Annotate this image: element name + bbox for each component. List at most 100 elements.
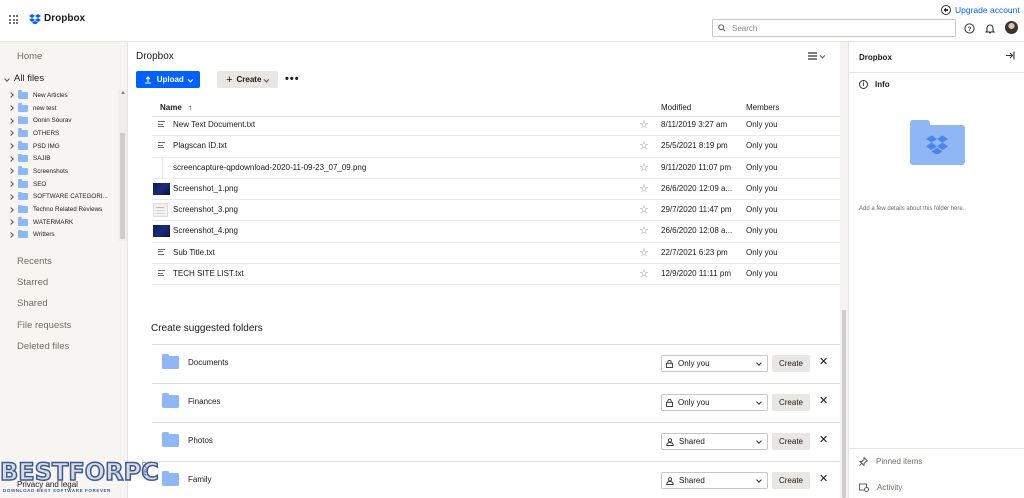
sharing-dropdown[interactable]: Only you (661, 394, 768, 411)
app-grid-icon[interactable] (9, 15, 18, 24)
file-name[interactable]: Plagscan ID.txt (173, 141, 227, 150)
star-icon[interactable]: ☆ (639, 118, 649, 131)
tree-folder-item[interactable]: OTHERS (0, 127, 118, 140)
tree-folder-item[interactable]: New Articles (0, 89, 118, 102)
all-files-label: All files (14, 73, 45, 84)
upgrade-account-link[interactable]: Upgrade account (941, 5, 1020, 15)
tree-folder-label: SEO (33, 180, 47, 188)
close-icon[interactable]: ✕ (819, 355, 828, 368)
folder-details-hint[interactable]: Add a few details about this folder here… (859, 206, 964, 212)
chevron-right-icon[interactable] (8, 92, 14, 99)
bell-icon[interactable] (984, 22, 996, 34)
chevron-down-icon[interactable] (4, 75, 10, 82)
tree-folder-item[interactable]: Writters (0, 229, 118, 239)
file-row[interactable]: Screenshot_4.png ☆ 26/6/2020 12:08 a... Onl… (152, 221, 840, 243)
sidebar-item-recents[interactable]: Recents (17, 256, 52, 267)
tree-folder-label: WATERMARK (33, 218, 74, 226)
text-file-icon (158, 270, 165, 278)
tree-scroll-thumb[interactable] (120, 133, 125, 239)
main-scroll-thumb[interactable] (842, 310, 846, 498)
search-box[interactable] (712, 19, 956, 37)
sidebar-item-deleted-files[interactable]: Deleted files (17, 341, 69, 352)
create-folder-button[interactable]: Create (772, 433, 810, 450)
tree-folder-item[interactable]: WATERMARK (0, 216, 118, 229)
column-header-name[interactable]: Name ↑ (160, 103, 192, 112)
close-icon[interactable]: ✕ (819, 433, 828, 446)
chevron-right-icon[interactable] (8, 130, 14, 137)
search-input[interactable] (732, 23, 932, 33)
tree-folder-item[interactable]: new test (0, 102, 118, 115)
file-name[interactable]: Screenshot_4.png (173, 226, 238, 235)
close-icon[interactable]: ✕ (819, 472, 828, 485)
upgrade-label: Upgrade account (955, 5, 1020, 15)
sharing-dropdown[interactable]: Shared (661, 472, 768, 489)
collapse-panel-icon[interactable] (1005, 51, 1015, 63)
column-header-modified[interactable]: Modified (661, 103, 691, 112)
breadcrumb[interactable]: Dropbox (136, 51, 174, 62)
sharing-dropdown[interactable]: Only you (661, 355, 768, 372)
chevron-right-icon[interactable] (8, 143, 14, 149)
create-folder-button[interactable]: Create (772, 355, 810, 372)
activity-button[interactable]: Activity (859, 483, 902, 492)
tree-folder-item[interactable]: Techno Related Reviews (0, 203, 118, 216)
file-row[interactable]: TECH SITE LIST.txt ☆ 12/9/2020 11:11 pm Onl… (152, 264, 840, 286)
create-button[interactable]: + Create (217, 71, 278, 88)
tree-folder-item[interactable]: SEO (0, 178, 118, 191)
file-row[interactable]: Screenshot_1.png ☆ 26/6/2020 12:09 a... Onl… (152, 179, 840, 201)
star-icon[interactable]: ☆ (639, 139, 649, 152)
star-icon[interactable]: ☆ (639, 224, 649, 237)
file-row[interactable]: Sub Title.txt ☆ 22/7/2021 6:23 pm Only you (152, 243, 840, 265)
sharing-dropdown[interactable]: Shared (661, 433, 768, 450)
chevron-right-icon[interactable] (8, 194, 14, 200)
star-icon[interactable]: ☆ (639, 246, 649, 259)
file-name[interactable]: New Text Document.txt (173, 120, 255, 129)
file-row[interactable]: Screenshot_3.png ☆ 29/7/2020 11:47 pm Only … (152, 200, 840, 222)
chevron-right-icon[interactable] (8, 181, 14, 187)
view-options-button[interactable] (808, 52, 826, 60)
avatar[interactable] (1005, 21, 1018, 34)
chevron-right-icon[interactable] (8, 206, 14, 213)
file-name[interactable]: Screenshot_1.png (173, 184, 238, 193)
tree-folder-item[interactable]: Screenshots (0, 165, 118, 178)
help-icon[interactable]: ? (963, 22, 975, 34)
dropbox-logo[interactable]: Dropbox (29, 13, 85, 24)
sidebar-item-file-requests[interactable]: File requests (17, 320, 71, 331)
file-row[interactable]: screencapture-qpdownload-2020-11-09-23_0… (152, 157, 840, 179)
file-name[interactable]: screencapture-qpdownload-2020-11-09-23_0… (173, 163, 366, 172)
file-name[interactable]: Screenshot_3.png (173, 205, 238, 214)
chevron-right-icon[interactable] (8, 117, 14, 124)
star-icon[interactable]: ☆ (639, 203, 649, 216)
chevron-right-icon[interactable] (8, 219, 14, 226)
tree-folder-item[interactable]: SAJIB (0, 152, 118, 165)
column-header-members[interactable]: Members (746, 103, 779, 112)
sidebar-item-starred[interactable]: Starred (17, 277, 48, 288)
tree-folder-item[interactable]: Oonin Sourav (0, 114, 118, 127)
create-folder-button[interactable]: Create (772, 394, 810, 411)
sidebar-item-home[interactable]: Home (17, 51, 42, 62)
scroll-up-arrow-icon[interactable] (121, 91, 125, 94)
folder-preview-icon (910, 120, 965, 165)
more-actions-button[interactable]: ••• (285, 73, 300, 85)
chevron-right-icon[interactable] (8, 155, 14, 162)
create-folder-button[interactable]: Create (772, 472, 810, 489)
info-panel: Dropbox i Info Add a few details about t… (848, 42, 1024, 498)
file-name[interactable]: TECH SITE LIST.txt (173, 269, 244, 278)
file-row[interactable]: New Text Document.txt ☆ 8/11/2019 3:27 am O… (152, 115, 840, 137)
sidebar-item-shared[interactable]: Shared (17, 298, 48, 309)
info-tab[interactable]: i Info (859, 80, 890, 89)
tree-folder-item[interactable]: SOFTWARE CATEGORI... (0, 191, 118, 204)
sidebar-item-all-files[interactable]: All files (4, 73, 45, 84)
file-row[interactable]: Plagscan ID.txt ☆ 25/5/2021 8:19 pm Only yo… (152, 136, 840, 158)
chevron-right-icon[interactable] (8, 168, 14, 175)
close-icon[interactable]: ✕ (819, 394, 828, 407)
star-icon[interactable]: ☆ (639, 161, 649, 174)
star-icon[interactable]: ☆ (639, 267, 649, 280)
chevron-down-icon (188, 77, 194, 82)
star-icon[interactable]: ☆ (639, 182, 649, 195)
tree-folder-item[interactable]: PSD IMG (0, 140, 118, 153)
upload-button[interactable]: Upload (136, 71, 200, 88)
chevron-right-icon[interactable] (8, 105, 14, 111)
chevron-right-icon[interactable] (8, 232, 14, 238)
pinned-items-button[interactable]: Pinned items (859, 457, 922, 466)
file-name[interactable]: Sub Title.txt (173, 248, 215, 257)
